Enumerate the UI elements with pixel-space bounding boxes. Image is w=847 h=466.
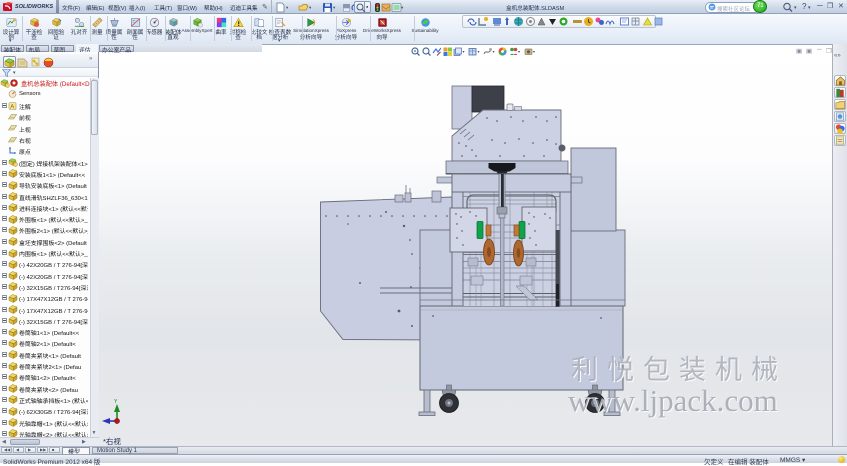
svg-text:Y: Y	[114, 399, 118, 405]
svg-text:A: A	[10, 104, 14, 110]
